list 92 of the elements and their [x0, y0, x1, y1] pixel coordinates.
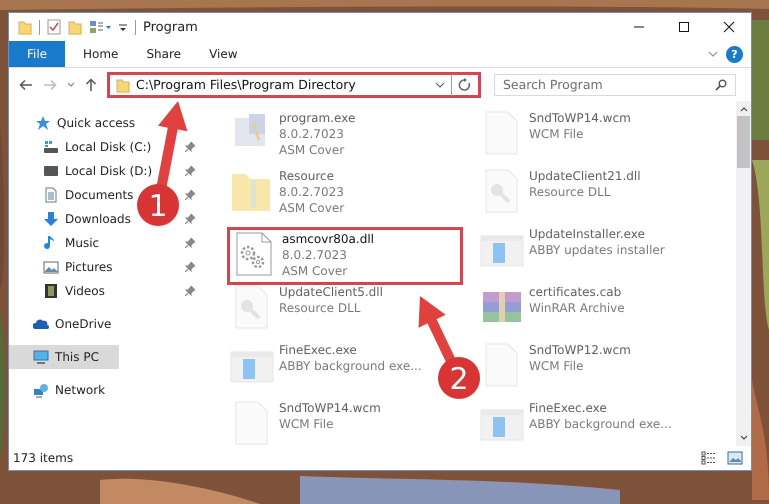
file-detail: ASM Cover	[282, 263, 348, 279]
nav-item[interactable]: Pictures	[9, 255, 117, 279]
file-name: UpdateClient5.dll	[279, 284, 383, 300]
file-item[interactable]: program.exe 8.0.2.7023 ASM Cover	[227, 107, 360, 161]
star-icon	[35, 115, 51, 131]
scrollbar[interactable]	[736, 101, 751, 446]
nav-item[interactable]: Network	[9, 378, 110, 402]
search-field[interactable]: Search Program	[494, 74, 736, 96]
disk-c-icon	[43, 139, 59, 155]
pin-icon[interactable]	[185, 166, 195, 176]
file-detail: Resource DLL	[279, 300, 362, 316]
file-detail: ABBY background exe...	[529, 416, 672, 432]
folder-icon	[116, 76, 130, 92]
nav-item[interactable]: Music	[9, 231, 104, 255]
large-icons-view-icon[interactable]	[727, 451, 743, 465]
file-item[interactable]: SndToWP12.wcm WCM File	[477, 339, 635, 393]
file-item[interactable]: UpdateClient21.dll Resource DLL	[477, 165, 645, 219]
nav-item[interactable]: Quick access	[9, 111, 140, 135]
videos-icon	[43, 283, 59, 299]
nav-item[interactable]: OneDrive	[9, 312, 116, 336]
nav-item[interactable]: Downloads	[9, 207, 135, 231]
up-arrow-icon[interactable]	[85, 78, 97, 92]
pin-icon[interactable]	[185, 142, 195, 152]
file-detail: ABBY updates installer	[529, 242, 665, 258]
ribbon-tab[interactable]: Home	[73, 41, 128, 67]
help-button[interactable]: ?	[726, 46, 743, 62]
file-item[interactable]: asmcovr80a.dll 8.0.2.7023 ASM Cover	[227, 227, 463, 285]
network-icon	[33, 382, 49, 398]
file-detail: 8.0.2.7023	[279, 184, 344, 200]
pc-icon	[33, 349, 49, 365]
file-detail: ABBY background exe...	[279, 358, 422, 374]
pin-icon[interactable]	[185, 190, 195, 200]
file-detail: WinRAR Archive	[529, 300, 625, 316]
properties-icon[interactable]	[89, 20, 111, 34]
nav-item[interactable]: Documents	[9, 183, 138, 207]
download-icon	[43, 211, 59, 227]
file-detail: ASM Cover	[279, 200, 344, 216]
item-count: 173 items	[13, 451, 74, 465]
ribbon-tab[interactable]: View	[199, 41, 248, 67]
file-name: SndToWP14.wcm	[279, 400, 381, 416]
search-icon	[715, 78, 727, 90]
file-item[interactable]: FineExec.exe ABBY background exe...	[227, 339, 426, 393]
file-detail: 8.0.2.7023	[279, 126, 345, 142]
address-bar[interactable]: C:\Program Files\Program Directory	[107, 72, 481, 98]
file-detail: WCM File	[529, 358, 584, 374]
nav-item[interactable]: Local Disk (D:)	[9, 159, 156, 183]
pin-icon[interactable]	[185, 262, 195, 272]
file-item[interactable]: UpdateInstaller.exe ABBY updates installer	[477, 223, 669, 277]
file-name: UpdateClient21.dll	[529, 168, 641, 184]
docs-icon	[43, 187, 59, 203]
pin-icon[interactable]	[185, 214, 195, 224]
refresh-icon[interactable]	[458, 78, 472, 92]
scroll-down-icon[interactable]	[740, 435, 748, 441]
file-name: FineExec.exe	[529, 400, 608, 416]
file-name: certificates.cab	[529, 284, 622, 300]
maximize-icon	[678, 21, 690, 33]
file-detail: Resource DLL	[529, 184, 612, 200]
scroll-up-icon[interactable]	[740, 106, 748, 112]
file-name: program.exe	[279, 110, 356, 126]
ribbon-tab[interactable]: Share	[136, 41, 192, 67]
pin-icon[interactable]	[185, 286, 195, 296]
file-detail: WCM File	[279, 416, 334, 432]
nav-item[interactable]: Local Disk (C:)	[9, 135, 156, 159]
file-detail: WCM File	[529, 126, 584, 142]
nav-item[interactable]: Videos	[9, 279, 109, 303]
chevron-down-icon[interactable]	[708, 50, 718, 58]
file-name: SndToWP14.wcm	[529, 110, 631, 126]
file-name: Resource	[279, 168, 336, 184]
chevron-down-icon[interactable]	[67, 82, 75, 88]
file-item[interactable]: Resource 8.0.2.7023 ASM Cover	[227, 165, 348, 219]
file-name: SndToWP12.wcm	[529, 342, 631, 358]
file-name: FineExec.exe	[279, 342, 358, 358]
back-arrow-icon[interactable]	[19, 78, 33, 90]
scroll-thumb[interactable]	[737, 116, 750, 168]
nav-item[interactable]: This PC	[9, 345, 119, 369]
file-detail: 8.0.2.7023	[282, 247, 348, 263]
pin-icon[interactable]	[185, 238, 195, 248]
address-path: C:\Program Files\Program Directory	[136, 77, 357, 92]
file-name: UpdateInstaller.exe	[529, 226, 646, 242]
checklist-icon[interactable]	[47, 19, 61, 35]
file-name: asmcovr80a.dll	[282, 231, 374, 247]
file-tab[interactable]: File	[9, 41, 65, 67]
pictures-icon	[43, 259, 59, 275]
window-title: Program	[143, 20, 198, 34]
details-view-icon[interactable]	[701, 451, 717, 465]
chevron-down-icon[interactable]	[435, 80, 445, 88]
file-detail: ASM Cover	[279, 142, 346, 158]
close-icon	[722, 21, 734, 33]
file-item[interactable]: certificates.cab WinRAR Archive	[477, 281, 629, 335]
file-item[interactable]: SndToWP14.wcm WCM File	[477, 107, 635, 161]
file-item[interactable]: FineExec.exe ABBY background exe...	[477, 397, 676, 451]
file-item[interactable]: SndToWP14.wcm WCM File	[227, 397, 385, 451]
